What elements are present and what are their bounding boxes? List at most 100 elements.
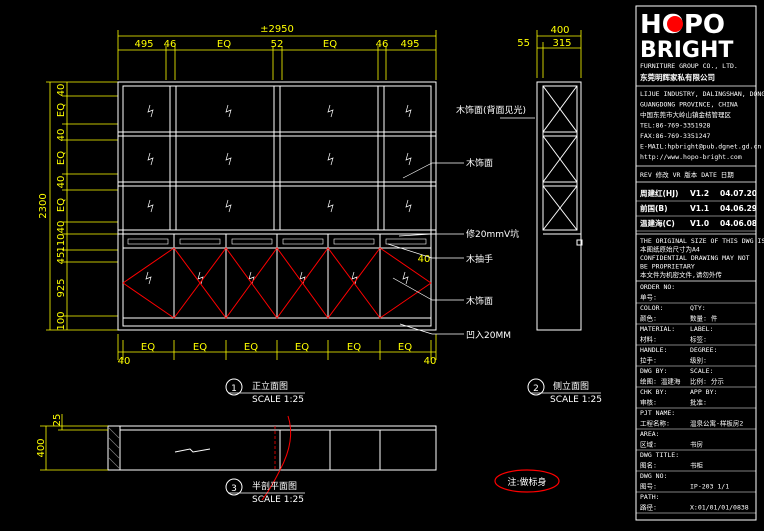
dim-bottom-1: EQ: [193, 342, 207, 353]
field-value: QTY:: [690, 304, 706, 312]
dim-left-9: 925: [56, 278, 67, 297]
field-value: 级别:: [690, 356, 707, 365]
address-line: 中国东莞市大岭山镇金桔管理区: [640, 110, 732, 119]
logo-bottom: BRIGHT: [640, 38, 733, 63]
dim-bottom-5: EQ: [398, 342, 412, 353]
field-key: PATH:: [640, 493, 660, 501]
field-key: AREA:: [640, 430, 660, 438]
red-note: 注:做标身: [507, 476, 546, 488]
field-key: DWG TITLE:: [640, 451, 679, 459]
annotation-2: 修20mmV坑: [466, 228, 519, 240]
field-key: 审核:: [640, 398, 657, 407]
field-table: ORDER NO: 单号: COLOR: QTY: 颜色: 数量: 件 MATERIAL: L…: [636, 283, 756, 514]
dim-total-width: ±2950: [260, 24, 294, 35]
dim-top-3: 52: [271, 39, 284, 50]
dim-side-total: 400: [550, 25, 569, 36]
field-value: LABEL:: [690, 325, 713, 333]
notice-line: BE PROPRIETARY: [640, 263, 695, 271]
field-value: SCALE:: [690, 367, 713, 375]
revision-date: 04.07.20: [720, 189, 757, 198]
field-key: 路径:: [640, 503, 657, 512]
cad-canvas: ±2950 495 46 EQ 52 EQ 46 495 2300 40 EQ …: [0, 0, 764, 531]
field-key: 图号:: [640, 483, 657, 491]
caption-num-front: 1: [231, 384, 237, 394]
revision-by: 温建海(C): [640, 218, 675, 228]
caption-title-front: 正立面图: [252, 380, 288, 392]
field-key: 绘图: 温建海: [640, 377, 681, 386]
caption-num-side: 2: [533, 384, 539, 394]
dim-top-1: 46: [164, 39, 177, 50]
field-value: 书房: [690, 440, 703, 449]
plan-view: 400 25 3 半剖平面图 SCALE 1:25: [36, 414, 437, 505]
caption-num-plan: 3: [231, 484, 237, 494]
front-elevation: ±2950 495 46 EQ 52 EQ 46 495 2300 40 EQ …: [38, 24, 437, 405]
field-key: DWG NO:: [640, 472, 667, 480]
revision-date: 04.06.29: [720, 204, 757, 213]
address-line: http://www.hopo-bright.com: [640, 153, 742, 161]
field-value: 书柜: [690, 461, 704, 470]
revision-version: V1.0: [690, 219, 709, 228]
address-line: FAX:86-769-3351247: [640, 132, 711, 140]
notice-line: THE ORIGINAL SIZE OF THIS DWG IS A4: [640, 237, 764, 245]
title-block: HOPO BRIGHT FURNITURE GROUP CO., LTD. 东莞…: [635, 5, 764, 521]
field-key: 拉手:: [640, 356, 657, 365]
address-line: E-MAIL:hpbright@pub.dgnet.gd.cn: [640, 143, 761, 151]
caption-title-plan: 半剖平面图: [252, 480, 297, 492]
dim-plan-depth: 400: [36, 438, 47, 457]
dim-bottom-2: EQ: [244, 342, 258, 353]
dim-top-5: 46: [376, 39, 389, 50]
dim-left-total: 2300: [38, 193, 49, 218]
field-key: DWG BY:: [640, 367, 667, 375]
field-key: COLOR:: [640, 304, 663, 312]
dim-top-4: EQ: [323, 39, 337, 50]
field-key: 工程名称:: [640, 419, 670, 428]
field-key: ORDER NO:: [640, 283, 675, 291]
annotation-leaders: [387, 117, 535, 335]
field-value: 标签:: [690, 335, 707, 344]
dim-bottom-end-left: 40: [118, 356, 131, 367]
dim-left-2: 40: [56, 129, 67, 142]
dim-top-2: EQ: [217, 39, 231, 50]
notice-line: 本图纸原始尺寸为A4: [640, 245, 700, 254]
dim-left-10: 100: [56, 311, 67, 330]
caption-scale-side: SCALE 1:25: [550, 395, 602, 405]
dim-bottom-end-right: 40: [424, 356, 437, 367]
annotation-3: 木抽手: [466, 253, 493, 265]
notice-block: THE ORIGINAL SIZE OF THIS DWG IS A4本图纸原始…: [640, 237, 764, 279]
dim-plan-small: 25: [52, 414, 63, 427]
dim-bottom-4: EQ: [347, 342, 361, 353]
dim-bottom-3: EQ: [295, 342, 309, 353]
field-key: 单号:: [640, 293, 657, 302]
annotation-0: 木饰面(背面见光): [456, 104, 526, 116]
dim-left-8: 45: [56, 252, 67, 265]
annotation-5: 凹入20MM: [466, 330, 511, 341]
field-key: PJT NAME:: [640, 409, 675, 417]
dim-left-1: EQ: [56, 103, 67, 117]
dim-left-4: 40: [56, 176, 67, 189]
field-key: 材料:: [640, 335, 657, 344]
address-line: GUANGDONG PROVINCE, CHINA: [640, 101, 738, 109]
field-key: HANDLE:: [640, 346, 667, 354]
caption-scale-plan: SCALE 1:25: [252, 495, 304, 505]
field-value: APP BY:: [690, 388, 717, 396]
company-cn: 东莞明辉家私有限公司: [640, 72, 715, 82]
logo-sub: FURNITURE GROUP CO., LTD.: [640, 62, 738, 70]
field-value: 数量: 件: [690, 314, 718, 323]
address-line: TEL:86-769-3351928: [640, 122, 711, 130]
field-key: 颜色:: [640, 314, 657, 323]
revision-by: 前国(B): [640, 203, 668, 213]
side-elevation: 400 55 315 2 侧立面图 SCALE 1:25: [517, 25, 602, 405]
logo-red-dot: [667, 16, 683, 32]
field-key: CHK BY:: [640, 388, 667, 396]
rev-header: REV 修改 VR 版本 DATE 日期: [640, 170, 734, 179]
field-value: DEGREE:: [690, 346, 717, 354]
drawing-sheet: ±2950 495 46 EQ 52 EQ 46 495 2300 40 EQ …: [36, 5, 764, 521]
dim-left-0: 40: [56, 84, 67, 97]
annotation-1: 木饰面: [466, 157, 493, 169]
dim-top-0: 495: [134, 39, 153, 50]
field-key: 区域:: [640, 440, 657, 449]
notice-line: 本文件为机密文件,请勿外传: [640, 270, 722, 279]
address-line: LIJUE INDUSTRY, DALINGSHAN, DONGGUAN: [640, 90, 764, 98]
field-value: X:01/01/01/0838: [690, 504, 749, 512]
revision-version: V1.2: [690, 189, 709, 198]
